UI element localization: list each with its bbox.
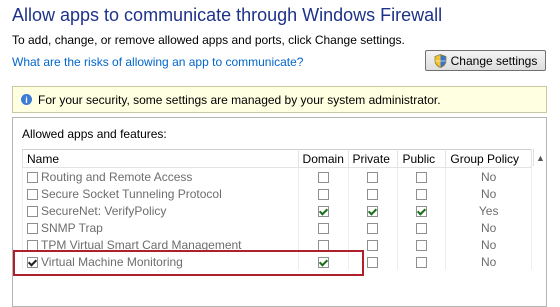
domain-checkbox[interactable] <box>317 222 329 234</box>
info-bar: i For your security, some settings are m… <box>12 86 547 113</box>
private-checkbox[interactable] <box>367 188 379 200</box>
group-policy-value: No <box>445 219 532 236</box>
domain-checkbox[interactable] <box>317 188 329 200</box>
allowed-apps-panel: Allowed apps and features: Name Domain P… <box>12 117 547 307</box>
scroll-up-arrow-icon[interactable]: ▲ <box>533 149 547 166</box>
app-enabled-checkbox[interactable] <box>27 188 38 200</box>
app-name: Secure Socket Tunneling Protocol <box>41 186 222 201</box>
group-policy-value: No <box>445 253 532 270</box>
column-header-domain[interactable]: Domain <box>297 149 349 168</box>
column-header-private[interactable]: Private <box>347 149 399 168</box>
highlight-box <box>13 250 364 276</box>
page-title: Allow apps to communicate through Window… <box>12 5 443 25</box>
group-policy-value: No <box>445 236 532 253</box>
table-row[interactable]: SNMP Trap No <box>22 219 532 236</box>
public-checkbox[interactable] <box>416 222 428 234</box>
page-subtitle: To add, change, or remove allowed apps a… <box>12 33 405 47</box>
group-policy-value: Yes <box>445 202 532 219</box>
table-row[interactable]: SecureNet: VerifyPolicy Yes <box>22 202 532 219</box>
app-name: Routing and Remote Access <box>41 169 193 184</box>
column-header-name[interactable]: Name <box>22 149 299 168</box>
private-checkbox[interactable] <box>367 205 379 217</box>
app-enabled-checkbox[interactable] <box>27 222 38 234</box>
change-settings-label: Change settings <box>450 53 538 68</box>
info-icon: i <box>21 94 32 105</box>
public-checkbox[interactable] <box>416 171 428 183</box>
private-checkbox[interactable] <box>367 256 379 268</box>
table-row[interactable]: Secure Socket Tunneling Protocol No <box>22 185 532 202</box>
risks-link[interactable]: What are the risks of allowing an app to… <box>12 55 303 69</box>
domain-checkbox[interactable] <box>317 205 329 217</box>
shield-icon <box>434 53 446 68</box>
public-checkbox[interactable] <box>416 205 428 217</box>
private-checkbox[interactable] <box>367 171 379 183</box>
public-checkbox[interactable] <box>416 188 428 200</box>
group-policy-value: No <box>445 185 532 202</box>
private-checkbox[interactable] <box>367 239 379 251</box>
change-settings-button[interactable]: Change settings <box>425 50 546 71</box>
private-checkbox[interactable] <box>367 222 379 234</box>
domain-checkbox[interactable] <box>317 171 329 183</box>
column-header-public[interactable]: Public <box>397 149 447 168</box>
panel-title: Allowed apps and features: <box>22 127 167 141</box>
app-name: SNMP Trap <box>41 220 103 235</box>
group-policy-value: No <box>445 167 532 185</box>
app-name: SecureNet: VerifyPolicy <box>41 203 167 218</box>
public-checkbox[interactable] <box>416 256 428 268</box>
table-row[interactable]: Routing and Remote Access No <box>22 167 532 185</box>
app-enabled-checkbox[interactable] <box>27 171 38 183</box>
info-bar-text: For your security, some settings are man… <box>38 92 441 107</box>
public-checkbox[interactable] <box>416 239 428 251</box>
column-header-group-policy[interactable]: Group Policy <box>445 149 532 168</box>
app-enabled-checkbox[interactable] <box>27 205 38 217</box>
